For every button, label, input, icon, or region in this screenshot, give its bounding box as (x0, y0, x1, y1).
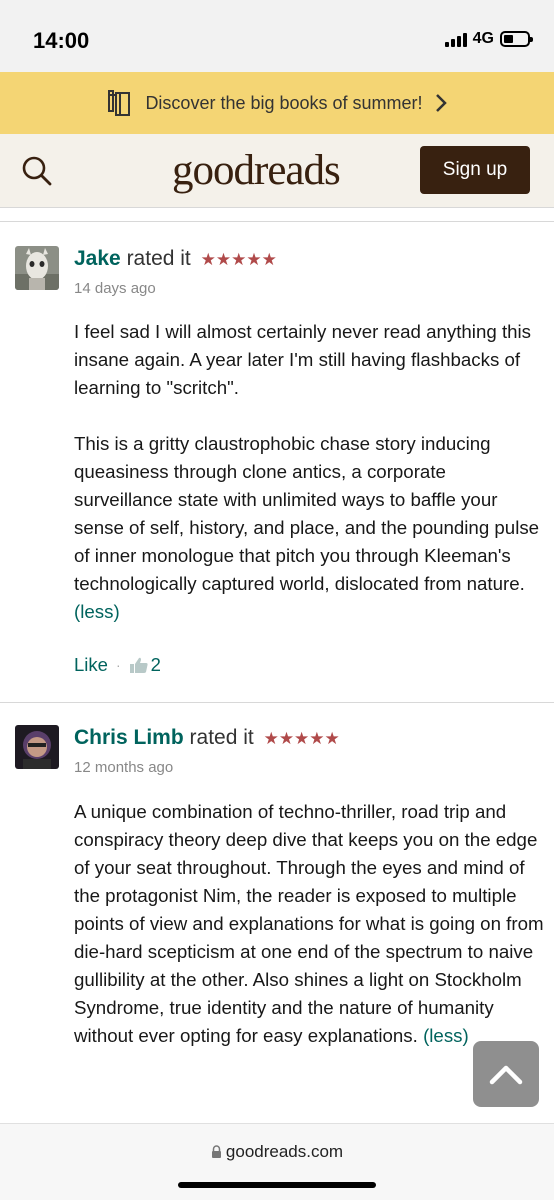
site-header: goodreads Sign up (0, 134, 554, 208)
rated-text: rated it (126, 247, 191, 270)
reviewer-name[interactable]: Chris Limb (74, 726, 184, 749)
review-paragraph-last: A unique combination of techno-thriller,… (74, 798, 544, 1050)
lock-icon (211, 1145, 221, 1158)
review-item: Chris Limb rated it ★★★★★ 12 months ago … (0, 703, 554, 1123)
reviewer-name[interactable]: Jake (74, 247, 121, 270)
review-paragraph-text: This is a gritty claustrophobic chase st… (74, 433, 540, 594)
thumbs-up-icon (129, 657, 148, 673)
address-url[interactable]: goodreads.com (0, 1142, 554, 1162)
review-paragraph-text: A unique combination of techno-thriller,… (74, 801, 544, 1046)
search-icon (22, 156, 52, 186)
reviewer-line: Jake rated it ★★★★★ (74, 247, 277, 271)
avatar[interactable] (15, 246, 59, 290)
star-rating: ★★★★★ (263, 729, 340, 748)
promo-text: Discover the big books of summer! (145, 92, 423, 113)
separator-dot: · (115, 657, 121, 673)
books-icon (108, 90, 131, 116)
signal-icon (444, 31, 467, 47)
status-bar: 14:00 4G (0, 0, 554, 72)
network-label: 4G (472, 30, 494, 47)
rated-text: rated it (189, 726, 254, 749)
signup-button[interactable]: Sign up (420, 146, 530, 194)
chevron-up-icon (489, 1065, 523, 1085)
chevron-right-icon (435, 94, 447, 112)
goodreads-logo[interactable]: goodreads (172, 146, 341, 195)
reviewer-line: Chris Limb rated it ★★★★★ (74, 726, 340, 750)
home-indicator[interactable] (178, 1182, 376, 1188)
search-button[interactable] (20, 154, 54, 188)
review-text: I feel sad I will almost certainly never… (74, 318, 544, 626)
less-link[interactable]: (less) (423, 1025, 469, 1046)
review-paragraph: I feel sad I will almost certainly never… (74, 321, 532, 398)
url-text: goodreads.com (225, 1142, 344, 1161)
review-item: Jake rated it ★★★★★ 14 days ago I feel s… (0, 222, 554, 702)
star-rating: ★★★★★ (200, 250, 277, 269)
browser-address-bar: goodreads.com (0, 1123, 554, 1200)
avatar[interactable] (15, 725, 59, 769)
promo-banner[interactable]: Discover the big books of summer! (0, 72, 554, 134)
status-time: 14:00 (33, 28, 90, 53)
logo-good: good (172, 147, 255, 194)
like-button[interactable]: Like (74, 654, 108, 676)
battery-icon (500, 31, 533, 47)
status-indicators: 4G (444, 30, 533, 48)
less-link[interactable]: (less) (74, 601, 120, 622)
logo-reads: reads (254, 147, 341, 194)
like-count: 2 (150, 654, 161, 675)
review-text: A unique combination of techno-thriller,… (74, 798, 544, 1050)
review-date[interactable]: 14 days ago (74, 280, 156, 297)
scroll-to-top-button[interactable] (473, 1041, 539, 1107)
review-paragraph-last: This is a gritty claustrophobic chase st… (74, 430, 544, 626)
review-date[interactable]: 12 months ago (74, 759, 173, 776)
review-actions: Like · 2 (74, 654, 161, 676)
